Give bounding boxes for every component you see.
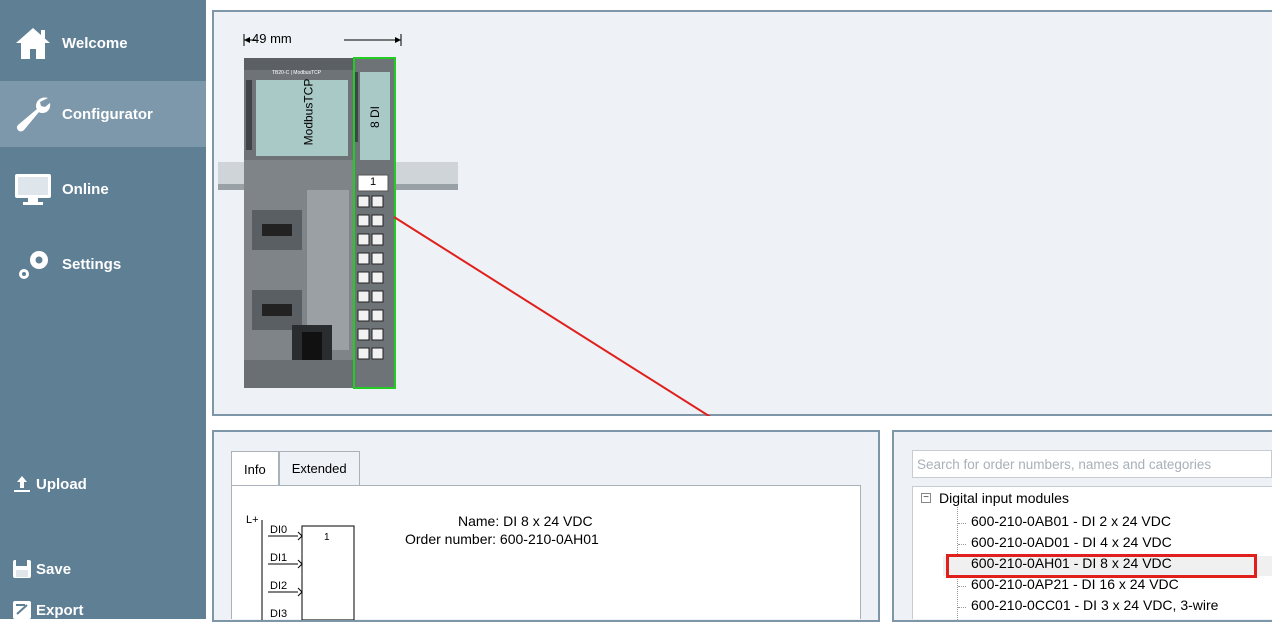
collapse-toggle-icon[interactable]: − (921, 493, 931, 503)
wiring-diagram (261, 520, 355, 620)
upload-label: Upload (36, 475, 87, 493)
terminal-contact (357, 309, 370, 322)
terminal-contact (371, 309, 384, 322)
tree-item[interactable]: 600-210-0AP21 - DI 16 x 24 VDC (971, 576, 1179, 592)
terminal-contact (357, 271, 370, 284)
terminal-contact (357, 328, 370, 341)
slot-number: 1 (369, 176, 377, 188)
nav-settings[interactable]: Settings (0, 231, 206, 297)
save-icon (12, 559, 32, 579)
details-tabs: Info Extended (231, 451, 360, 486)
tree-branch (958, 607, 966, 608)
wrench-icon (12, 93, 54, 135)
upload-button[interactable]: Upload (12, 474, 87, 494)
tree-branch (958, 544, 966, 545)
tree-item[interactable]: 600-210-0AD01 - DI 4 x 24 VDC (971, 534, 1172, 550)
terminal-contact (371, 290, 384, 303)
catalog-search-input[interactable] (912, 450, 1272, 478)
tree-branch (958, 523, 966, 524)
module-label: 8 DI (368, 105, 383, 129)
gears-icon (12, 243, 54, 285)
terminal-contact (357, 195, 370, 208)
nav-label: Online (62, 180, 109, 198)
nav-label: Settings (62, 255, 122, 273)
module-name: Name: DI 8 x 24 VDC (458, 513, 593, 529)
nav-welcome[interactable]: Welcome (0, 10, 206, 76)
terminal-contact (371, 214, 384, 227)
nav-label: Welcome (62, 34, 128, 52)
monitor-icon (12, 168, 54, 210)
terminal-contact (371, 252, 384, 265)
nav-online[interactable]: Online (0, 156, 206, 222)
tab-extended-label: Extended (291, 461, 347, 476)
tab-info-label: Info (244, 461, 266, 477)
selection-highlight-box (946, 554, 1257, 578)
annotation-arrow (393, 216, 711, 416)
terminal-contact (357, 214, 370, 227)
save-button[interactable]: Save (12, 559, 71, 579)
tree-branch (958, 586, 966, 587)
tree-category[interactable]: Digital input modules (939, 490, 1069, 506)
cpu-model-label: TB20-C | ModbusTCP (272, 70, 322, 76)
order-number: Order number: 600-210-0AH01 (405, 531, 599, 547)
info-tab-body: Name: DI 8 x 24 VDC Order number: 600-21… (231, 485, 861, 620)
terminal-contact (371, 347, 384, 360)
nav-label: Configurator (62, 105, 153, 123)
tab-extended[interactable]: Extended (278, 451, 360, 485)
export-label: Export (36, 601, 84, 619)
cpu-module[interactable] (244, 58, 354, 388)
terminal-contact (371, 233, 384, 246)
tab-info[interactable]: Info (231, 451, 279, 486)
nav-configurator[interactable]: Configurator (0, 81, 206, 147)
dimension-label: 49 mm (252, 31, 292, 46)
cpu-label: ModbusTCP (301, 78, 316, 146)
tree-item[interactable]: 600-210-0AB01 - DI 2 x 24 VDC (971, 513, 1171, 529)
save-label: Save (36, 560, 72, 578)
terminal-contact (357, 252, 370, 265)
tree-item[interactable]: 600-210-0CC01 - DI 3 x 24 VDC, 3-wire (971, 597, 1218, 613)
catalog-tree: − Digital input modules 600-210-0AB01 - … (912, 486, 1272, 622)
terminal-contact (371, 271, 384, 284)
terminal-contact (371, 328, 384, 341)
terminal-contact (357, 347, 370, 360)
upload-icon (12, 474, 32, 494)
hardware-drawing (218, 34, 711, 416)
terminal-contact (371, 195, 384, 208)
home-icon (12, 22, 54, 64)
terminal-contact (357, 233, 370, 246)
export-button[interactable]: Export (12, 600, 84, 620)
export-icon (12, 600, 32, 620)
sidebar: Welcome Configurator Online Settings Upl… (0, 0, 206, 619)
terminal-contact (357, 290, 370, 303)
